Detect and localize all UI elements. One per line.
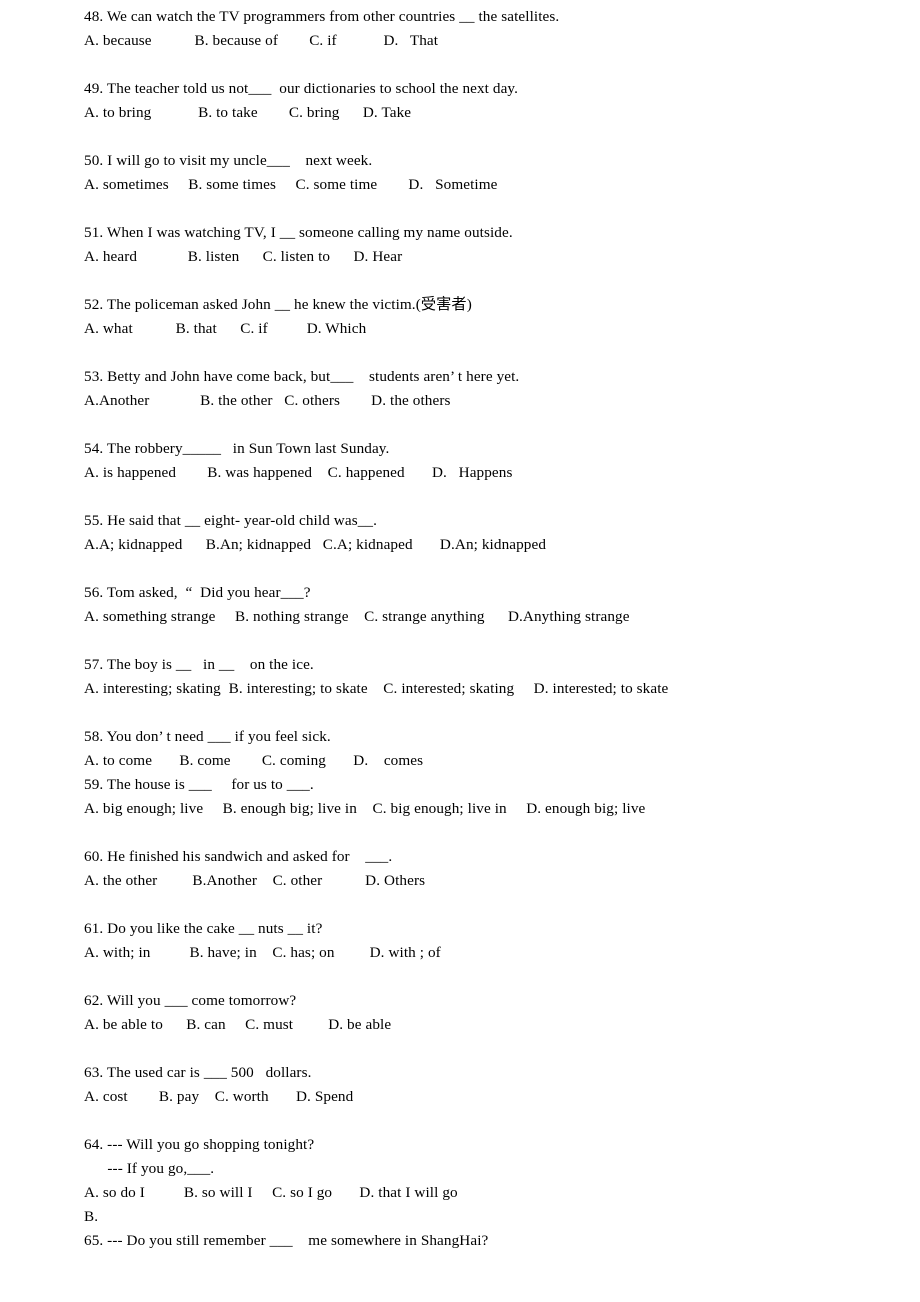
question-48-stem: 48. We can watch the TV programmers from… (84, 8, 560, 25)
question-54-options: A. is happened B. was happened C. happen… (84, 464, 513, 481)
question-53-stem: 53. Betty and John have come back, but__… (84, 368, 520, 385)
question-64-stem: 64. --- Will you go shopping tonight? (84, 1136, 315, 1153)
question-52-stem: 52. The policeman asked John __ he knew … (84, 296, 472, 313)
question-61-stem: 61. Do you like the cake __ nuts __ it? (84, 920, 323, 937)
question-64-options: A. so do I B. so will I C. so I go D. th… (84, 1184, 458, 1201)
question-52-options: A. what B. that C. if D. Which (84, 320, 367, 337)
question-48-options: A. because B. because of C. if D. That (84, 32, 439, 49)
questions-container: 48. We can watch the TV programmers from… (84, 5, 884, 1253)
question-49-stem: 49. The teacher told us not___ our dicti… (84, 80, 519, 97)
question-63-options: A. cost B. pay C. worth D. Spend (84, 1088, 354, 1105)
question-51-stem: 51. When I was watching TV, I __ someone… (84, 224, 513, 241)
question-49-options: A. to bring B. to take C. bring D. Take (84, 104, 412, 121)
question-64-stray-label: B. (84, 1208, 99, 1225)
question-57-stem: 57. The boy is __ in __ on the ice. (84, 656, 314, 673)
question-62-stem: 62. Will you ___ come tomorrow? (84, 992, 297, 1009)
question-60-options: A. the other B.Another C. other D. Other… (84, 872, 426, 889)
question-53-options: A.Another B. the other C. others D. the … (84, 392, 451, 409)
question-56-stem: 56. Tom asked, “ Did you hear___? (84, 584, 311, 601)
question-60-stem: 60. He finished his sandwich and asked f… (84, 848, 393, 865)
worksheet-page: 48. We can watch the TV programmers from… (0, 0, 920, 1302)
question-50-stem: 50. I will go to visit my uncle___ next … (84, 152, 373, 169)
question-59-stem: 59. The house is ___ for us to ___. (84, 776, 314, 793)
question-58-stem: 58. You don’ t need ___ if you feel sick… (84, 728, 331, 745)
question-57-options: A. interesting; skating B. interesting; … (84, 680, 669, 697)
question-55-stem: 55. He said that __ eight- year-old chil… (84, 512, 377, 529)
question-55-options: A.A; kidnapped B.An; kidnapped C.A; kidn… (84, 536, 547, 553)
question-56-options: A. something strange B. nothing strange … (84, 608, 630, 625)
question-58-options: A. to come B. come C. coming D. comes (84, 752, 424, 769)
question-59-options: A. big enough; live B. enough big; live … (84, 800, 646, 817)
question-64-stem-line2: --- If you go,___. (84, 1160, 215, 1177)
question-61-options: A. with; in B. have; in C. has; on D. wi… (84, 944, 441, 961)
question-65-stem: 65. --- Do you still remember ___ me som… (84, 1232, 489, 1249)
question-54-stem: 54. The robbery_____ in Sun Town last Su… (84, 440, 390, 457)
question-62-options: A. be able to B. can C. must D. be able (84, 1016, 392, 1033)
question-50-options: A. sometimes B. some times C. some time … (84, 176, 498, 193)
question-63-stem: 63. The used car is ___ 500 dollars. (84, 1064, 312, 1081)
question-51-options: A. heard B. listen C. listen to D. Hear (84, 248, 403, 265)
